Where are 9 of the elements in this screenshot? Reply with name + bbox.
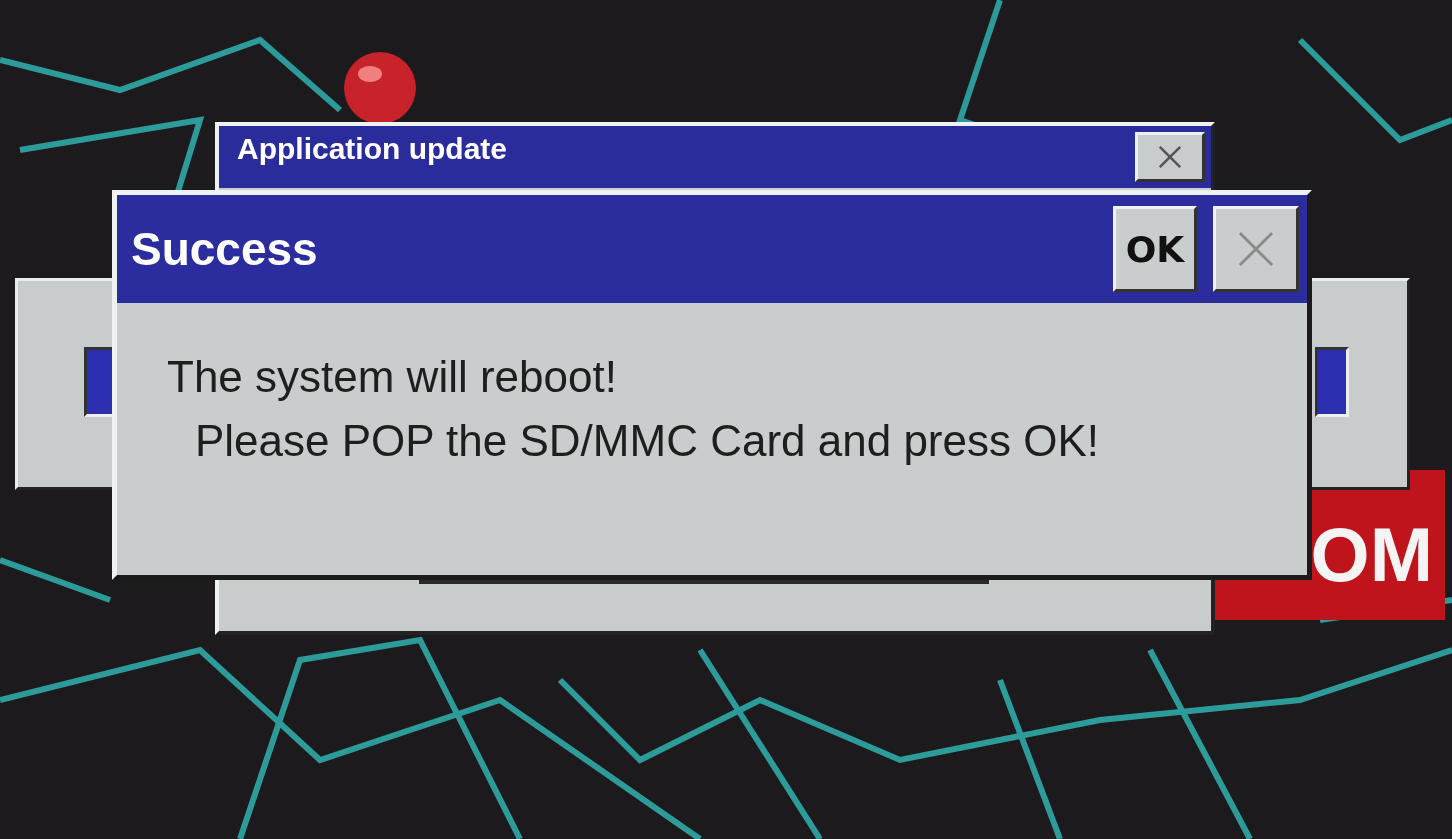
message-text: Please POP the SD/MMC Card and press OK! xyxy=(195,415,1099,467)
ok-button[interactable]: OK xyxy=(1113,206,1197,292)
dialog-title: Success xyxy=(131,222,318,276)
close-button[interactable] xyxy=(1213,206,1299,292)
input-field[interactable] xyxy=(1315,347,1349,417)
window-title: Application update xyxy=(237,132,507,166)
message-text: The system will reboot! xyxy=(167,351,617,403)
close-button[interactable] xyxy=(1135,132,1205,182)
banner-text: OM xyxy=(1310,510,1433,598)
